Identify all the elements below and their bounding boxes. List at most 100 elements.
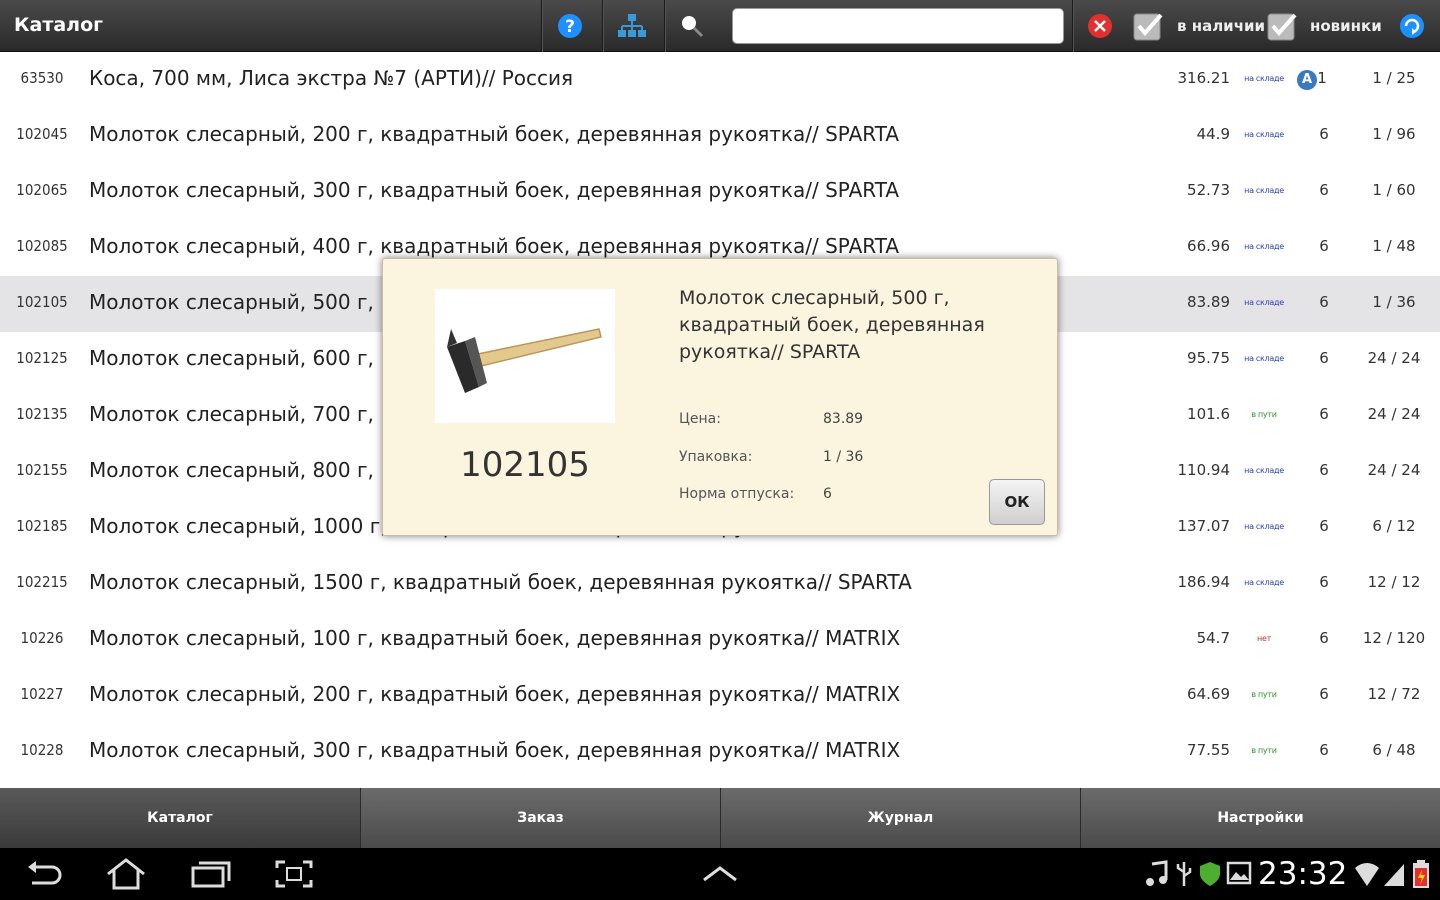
- row-stock-status: на складе: [1244, 522, 1284, 531]
- row-code: 102065: [16, 181, 68, 199]
- row-price: 64.69: [1187, 685, 1230, 703]
- row-pack: 12 / 72: [1367, 685, 1421, 703]
- row-norm: 6: [1319, 629, 1329, 647]
- table-row[interactable]: 102065 Молоток слесарный, 300 г, квадратн…: [0, 164, 1440, 220]
- screenshot-button[interactable]: [272, 856, 316, 892]
- music-icon: [1146, 860, 1168, 886]
- row-stock-status: нет: [1257, 634, 1271, 643]
- row-price: 83.89: [1187, 293, 1230, 311]
- ok-button[interactable]: ОК: [989, 479, 1045, 525]
- recent-apps-button[interactable]: [188, 856, 232, 892]
- price-value: 83.89: [823, 411, 864, 427]
- row-code: 102155: [16, 461, 68, 479]
- table-row[interactable]: 102045 Молоток слесарный, 200 г, квадратн…: [0, 108, 1440, 164]
- product-title: Молоток слесарный, 500 г, квадратный бое…: [679, 287, 985, 363]
- row-stock-status: на складе: [1244, 74, 1284, 83]
- top-action-bar: Каталог ? в наличии новинки: [0, 0, 1440, 52]
- pack-label: Упаковка:: [679, 449, 753, 465]
- row-stock-status: в пути: [1251, 410, 1277, 419]
- row-norm: 6: [1319, 741, 1329, 759]
- new-items-checkbox[interactable]: [1262, 6, 1302, 46]
- row-name: Молоток слесарный, 200 г, квадратный бое…: [89, 682, 901, 706]
- svg-text:?: ?: [565, 17, 575, 37]
- wifi-icon: [1355, 863, 1379, 886]
- row-pack: 1 / 60: [1372, 181, 1416, 199]
- price-label: Цена:: [679, 411, 721, 427]
- row-code: 10228: [20, 741, 64, 759]
- home-button[interactable]: [104, 856, 148, 892]
- row-stock-status: на складе: [1244, 186, 1284, 195]
- row-stock-status: в пути: [1251, 690, 1277, 699]
- table-row[interactable]: 63530 Коса, 700 мм, Лиса экстра №7 (АРТИ)…: [0, 52, 1440, 108]
- checkbox-checked-icon: [1133, 13, 1163, 41]
- row-name: Молоток слесарный, 400 г, квадратный бое…: [89, 234, 900, 258]
- in-stock-label: в наличии: [1177, 17, 1266, 35]
- row-name: Коса, 700 мм, Лиса экстра №7 (АРТИ)// Ро…: [89, 66, 574, 90]
- divider: [664, 0, 665, 52]
- clock: 23:32: [1258, 856, 1348, 892]
- search-button[interactable]: [672, 6, 712, 46]
- in-stock-checkbox[interactable]: [1128, 6, 1168, 46]
- row-pack: 12 / 12: [1367, 573, 1421, 591]
- help-icon: ?: [558, 14, 582, 38]
- table-row[interactable]: 10228 Молоток слесарный, 300 г, квадратны…: [0, 724, 1440, 780]
- help-button[interactable]: ?: [550, 6, 590, 46]
- expand-button[interactable]: [698, 856, 742, 892]
- clear-search-button[interactable]: [1080, 6, 1120, 46]
- tab-settings[interactable]: Настройки: [1080, 788, 1440, 848]
- usb-icon: [1176, 862, 1192, 886]
- tab-order[interactable]: Заказ: [360, 788, 720, 848]
- search-input[interactable]: [732, 8, 1064, 44]
- tab-journal[interactable]: Журнал: [720, 788, 1080, 848]
- screenshot-icon: [275, 860, 313, 888]
- row-code: 102105: [16, 293, 68, 311]
- row-badge: A: [1297, 70, 1317, 90]
- home-icon: [107, 858, 145, 890]
- row-stock-status: на складе: [1244, 466, 1284, 475]
- refresh-button[interactable]: [1392, 6, 1432, 46]
- row-pack: 12 / 120: [1362, 629, 1426, 647]
- row-price: 186.94: [1177, 573, 1231, 591]
- row-code: 102185: [16, 517, 68, 535]
- system-bar: 23:32: [0, 848, 1440, 900]
- row-price: 95.75: [1187, 349, 1230, 367]
- tab-catalog[interactable]: Каталог: [0, 788, 360, 848]
- norm-value: 6: [823, 486, 832, 502]
- tree-icon: [618, 14, 646, 37]
- chevron-up-icon: [703, 866, 737, 882]
- row-code: 102045: [16, 125, 68, 143]
- row-code: 102215: [16, 573, 68, 591]
- row-norm: 6: [1319, 461, 1329, 479]
- search-icon: [682, 16, 704, 38]
- product-details-dialog: 102105 Молоток слесарный, 500 г, квадрат…: [382, 258, 1058, 536]
- row-norm: 6: [1319, 293, 1329, 311]
- row-name: Молоток слесарный, 100 г, квадратный бое…: [89, 626, 901, 650]
- table-row[interactable]: 10226 Молоток слесарный, 100 г, квадратны…: [0, 612, 1440, 668]
- row-norm: 6: [1319, 349, 1329, 367]
- row-pack: 1 / 25: [1372, 69, 1416, 87]
- row-code: 102125: [16, 349, 68, 367]
- row-norm: 6: [1319, 181, 1329, 199]
- table-row[interactable]: 10227 Молоток слесарный, 200 г, квадратны…: [0, 668, 1440, 724]
- row-name: Молоток слесарный, 300 г, квадратный бое…: [89, 178, 900, 202]
- image-icon: [1226, 861, 1252, 885]
- row-code: 10227: [20, 685, 64, 703]
- row-norm: 6: [1319, 125, 1329, 143]
- row-pack: 6 / 12: [1372, 517, 1416, 535]
- row-price: 77.55: [1187, 741, 1230, 759]
- hammer-icon: [447, 328, 602, 393]
- row-stock-status: на складе: [1244, 130, 1284, 139]
- table-row[interactable]: 102215 Молоток слесарный, 1500 г, квадрат…: [0, 556, 1440, 612]
- shield-icon: [1200, 862, 1220, 886]
- new-items-label: новинки: [1310, 17, 1382, 35]
- battery-icon: [1413, 860, 1429, 888]
- row-price: 44.9: [1196, 125, 1230, 143]
- row-name: Молоток слесарный, 1500 г, квадратный бо…: [89, 570, 912, 594]
- row-pack: 24 / 24: [1367, 405, 1421, 423]
- category-tree-button[interactable]: [612, 6, 652, 46]
- row-name: Молоток слесарный, 300 г, квадратный бое…: [89, 738, 901, 762]
- product-image: [435, 289, 615, 423]
- row-norm: 6: [1319, 685, 1329, 703]
- back-button[interactable]: [22, 856, 66, 892]
- divider: [1072, 0, 1073, 52]
